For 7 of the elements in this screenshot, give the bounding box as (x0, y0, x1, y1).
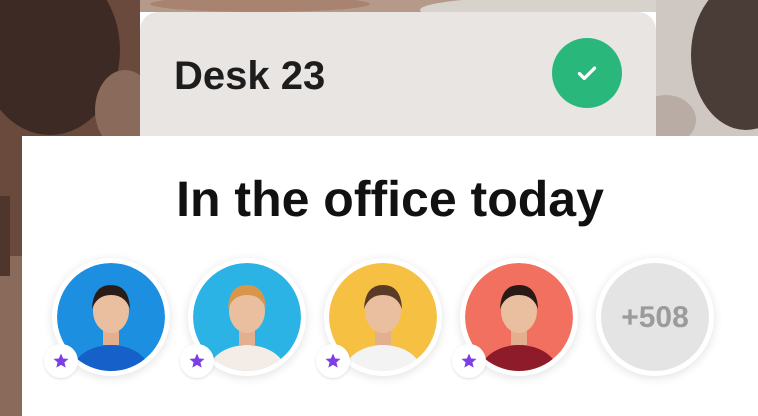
card-title: In the office today (176, 174, 604, 224)
desk-label: Desk 23 (174, 56, 326, 96)
star-icon (188, 352, 206, 370)
star-icon (460, 352, 478, 370)
more-count: +508 (601, 263, 709, 371)
star-icon (52, 352, 70, 370)
star-icon (324, 352, 342, 370)
